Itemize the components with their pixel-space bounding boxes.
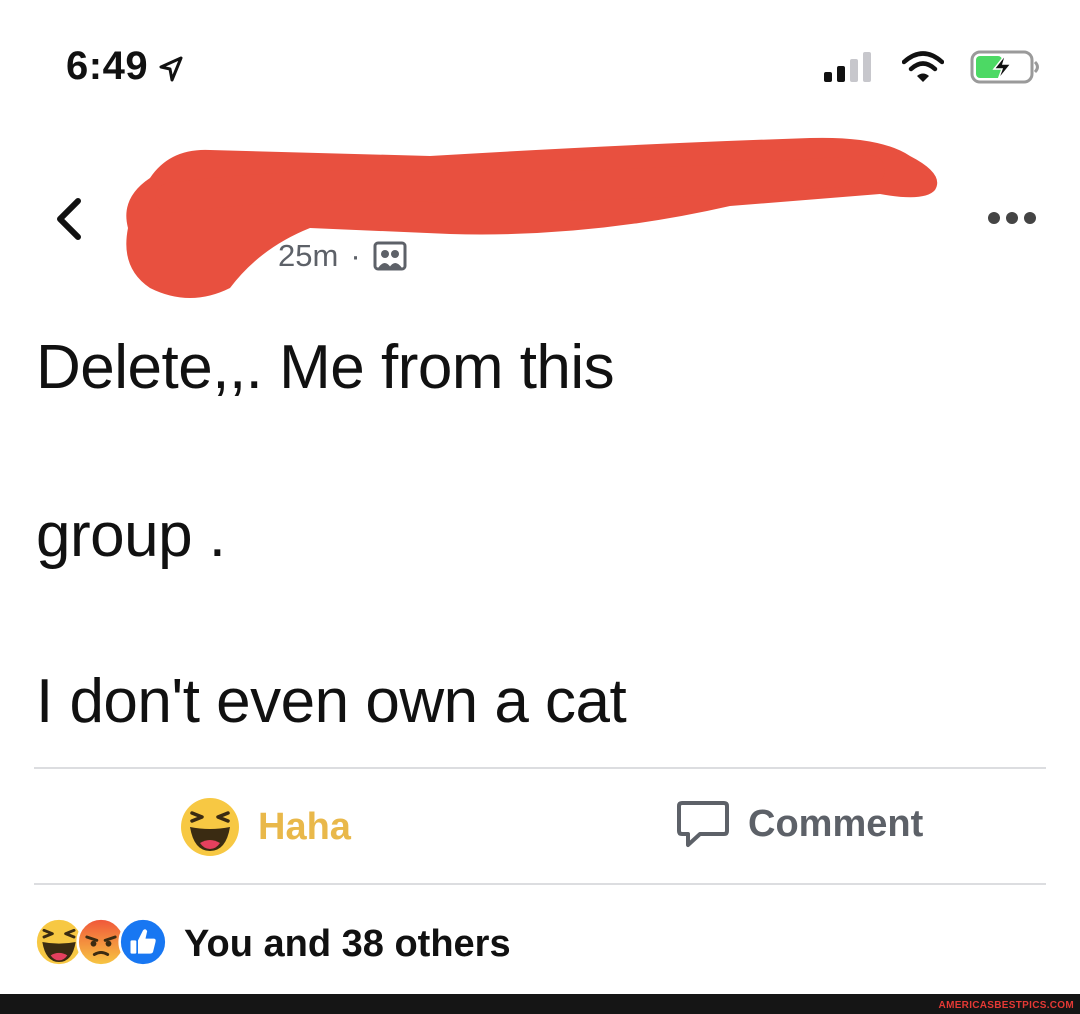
haha-button[interactable]: Haha [180, 797, 351, 857]
cellular-signal-icon [824, 52, 871, 82]
divider [34, 767, 1046, 769]
post-text-line: group . [36, 501, 226, 570]
haha-reaction-icon [181, 798, 239, 856]
comment-icon [677, 801, 729, 847]
like-reaction-icon [118, 917, 168, 972]
location-arrow-icon [159, 56, 183, 81]
reactions-summary-text[interactable]: You and 38 others [184, 923, 511, 966]
divider [34, 883, 1046, 885]
back-chevron-icon[interactable] [52, 196, 86, 242]
status-time-text: 6:49 [66, 44, 149, 88]
battery-charging-icon [970, 50, 1039, 84]
more-options-icon[interactable] [988, 212, 1036, 224]
status-icons [824, 50, 1042, 84]
redaction-scribble [126, 137, 938, 298]
post-text-line: I don't even own a cat [36, 667, 627, 736]
post-timestamp: 25m [278, 238, 339, 273]
post-screen: 6:49 25m · Delete,,. Me from this group … [0, 0, 1080, 1014]
post-meta: 25m · [278, 238, 407, 274]
bottom-strip [0, 994, 1080, 1014]
post-text-line: Delete,,. Me from this [36, 333, 615, 402]
group-icon [373, 241, 407, 271]
wifi-icon [902, 51, 944, 82]
reaction-icons [34, 917, 168, 972]
comment-label: Comment [748, 802, 924, 845]
meta-separator: · [350, 238, 361, 273]
haha-label: Haha [258, 805, 351, 848]
watermark: AMERICASBESTPICS.COM [938, 1000, 1074, 1011]
reactions-summary[interactable]: You and 38 others [34, 917, 511, 972]
comment-button[interactable]: Comment [676, 797, 923, 851]
status-time: 6:49 [66, 44, 184, 89]
